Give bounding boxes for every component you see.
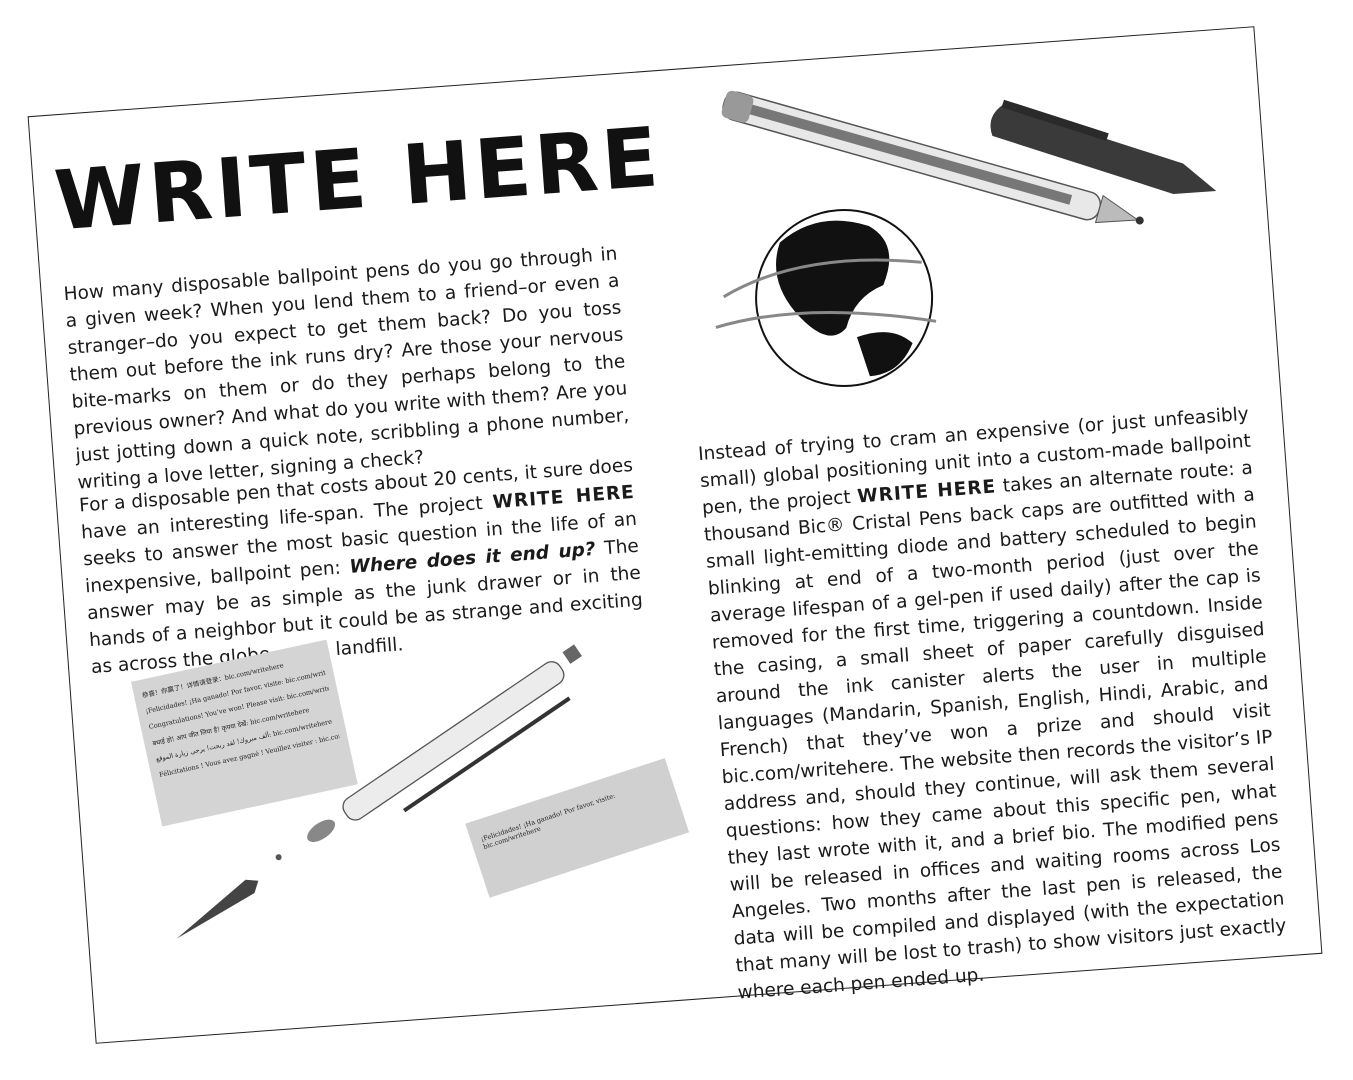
page-title: WRITE HERE: [51, 110, 666, 250]
globe-icon: [715, 208, 937, 387]
method-paragraph-text-b: takes an alternate route: a thousand Bic…: [703, 457, 1288, 1004]
pen-parts-photo: 恭喜！你赢了！详情请登录：bic.com/writehere ¡Felicida…: [97, 593, 690, 973]
method-paragraph: Instead of trying to cram an expensive (…: [697, 401, 1289, 1007]
project-name: WRITE HERE: [491, 481, 636, 514]
brochure-page: WRITE HERE How many disposable ballpoint…: [27, 26, 1323, 1044]
pen-photo: [656, 20, 1241, 420]
ballpoint-pen-icon: [715, 90, 1217, 387]
project-name-2: WRITE HERE: [856, 476, 997, 508]
